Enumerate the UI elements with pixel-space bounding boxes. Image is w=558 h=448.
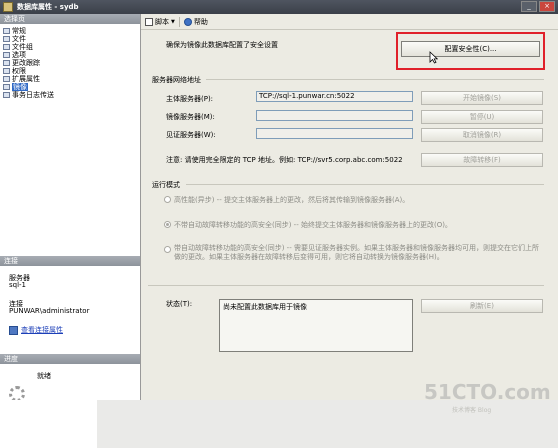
- intro-text: 确保为镜像此数据库配置了安全设置: [166, 41, 278, 49]
- page-icon: [3, 92, 10, 98]
- connection-value: PUNWAR\administrator: [9, 307, 90, 315]
- status-label: 状态(T):: [166, 300, 193, 308]
- mirror-server-label: 镜像服务器(M):: [166, 113, 215, 121]
- close-button[interactable]: ×: [539, 1, 555, 12]
- page-item-mirroring[interactable]: 镜像: [3, 83, 54, 91]
- server-network-section-title: 服务器网络地址: [152, 76, 201, 84]
- section-divider: [148, 285, 544, 286]
- section-divider: [186, 184, 544, 185]
- database-properties-window: 数据库属性 - sydb _ × 选择页 常规 文件 文件组 选项 更改跟踪 权…: [0, 0, 558, 402]
- principal-server-field[interactable]: TCP://sql-1.punwar.cn:5022: [256, 91, 413, 102]
- script-icon: [145, 17, 153, 26]
- minimize-button[interactable]: _: [521, 1, 537, 12]
- page-icon: [3, 60, 10, 66]
- mode-radio-high-safety[interactable]: [164, 221, 171, 228]
- page-icon: [3, 84, 10, 90]
- mouse-pointer-icon: [429, 51, 438, 64]
- mirror-server-field[interactable]: [256, 110, 413, 121]
- mode-radio-high-performance[interactable]: [164, 196, 171, 203]
- operating-mode-section-title: 运行模式: [152, 181, 180, 189]
- remove-mirroring-button[interactable]: 取消镜像(R): [421, 128, 543, 142]
- connection-properties-icon: [9, 325, 18, 335]
- toolbar-separator: [178, 16, 180, 27]
- page-item-options[interactable]: 选项: [3, 51, 54, 59]
- watermark-logo: 51CTO.com: [424, 380, 551, 404]
- database-icon: [3, 2, 13, 12]
- page-icon: [3, 68, 10, 74]
- title-bar: 数据库属性 - sydb _ ×: [0, 0, 558, 14]
- page-icon: [3, 52, 10, 58]
- page-item-change-tracking[interactable]: 更改跟踪: [3, 59, 54, 67]
- page-item-files[interactable]: 文件: [3, 35, 54, 43]
- script-button[interactable]: 脚本 ▼: [145, 17, 175, 27]
- start-mirroring-button[interactable]: 开始镜像(S): [421, 91, 543, 105]
- select-page-header: 选择页: [0, 14, 140, 24]
- page-item-filegroups[interactable]: 文件组: [3, 43, 54, 51]
- mode-label-high-safety-auto-failover: 带自动故障转移功能的高安全(同步) -- 需要见证服务器实例。如果主体服务器和镜…: [174, 244, 539, 261]
- page-list: 常规 文件 文件组 选项 更改跟踪 权限 扩展属性 镜像 事务日志传送: [3, 27, 54, 99]
- bottom-left-blank: [0, 400, 97, 448]
- connection-header: 连接: [0, 256, 140, 266]
- chevron-down-icon[interactable]: ▼: [171, 19, 175, 25]
- mode-radio-high-safety-auto-failover[interactable]: [164, 246, 171, 253]
- page-item-log-shipping[interactable]: 事务日志传送: [3, 91, 54, 99]
- page-item-permissions[interactable]: 权限: [3, 67, 54, 75]
- highlight-box: [396, 32, 545, 70]
- page-icon: [3, 28, 10, 34]
- mode-label-high-performance: 高性能(异步) -- 提交主体服务器上的更改，然后将其传输到镜像服务器(A)。: [174, 196, 410, 204]
- progress-header: 进度: [0, 354, 140, 364]
- witness-server-label: 见证服务器(W):: [166, 131, 216, 139]
- witness-server-field[interactable]: [256, 128, 413, 139]
- progress-status: 就绪: [37, 372, 51, 380]
- page-icon: [3, 36, 10, 42]
- section-divider: [206, 79, 544, 80]
- view-connection-properties-link[interactable]: 查看连接属性: [9, 325, 63, 335]
- page-icon: [3, 76, 10, 82]
- principal-server-label: 主体服务器(P):: [166, 95, 214, 103]
- page-icon: [3, 44, 10, 50]
- toolbar: 脚本 ▼ 帮助: [141, 14, 558, 30]
- page-item-extended-properties[interactable]: 扩展属性: [3, 75, 54, 83]
- left-pane: 选择页 常规 文件 文件组 选项 更改跟踪 权限 扩展属性 镜像 事务日志传送 …: [0, 14, 141, 402]
- help-icon: [183, 17, 192, 26]
- watermark-subtitle: 技术博客 Blog: [452, 407, 492, 414]
- status-value: 尚未配置此数据库用于镜像: [223, 303, 307, 311]
- tcp-address-note: 注意: 请使用完全限定的 TCP 地址。例如: TCP://svr5.corp.…: [166, 156, 403, 164]
- server-value: sql-1: [9, 281, 27, 289]
- help-button[interactable]: 帮助: [183, 17, 208, 27]
- pause-button[interactable]: 暂停(U): [421, 110, 543, 124]
- refresh-button[interactable]: 刷新(E): [421, 299, 543, 313]
- failover-button[interactable]: 故障转移(F): [421, 153, 543, 167]
- window-title: 数据库属性 - sydb: [17, 3, 79, 11]
- page-item-general[interactable]: 常规: [3, 27, 54, 35]
- mode-label-high-safety: 不带自动故障转移功能的高安全(同步) -- 始终提交主体服务器和镜像服务器上的更…: [174, 221, 452, 229]
- status-box: 尚未配置此数据库用于镜像: [219, 299, 413, 352]
